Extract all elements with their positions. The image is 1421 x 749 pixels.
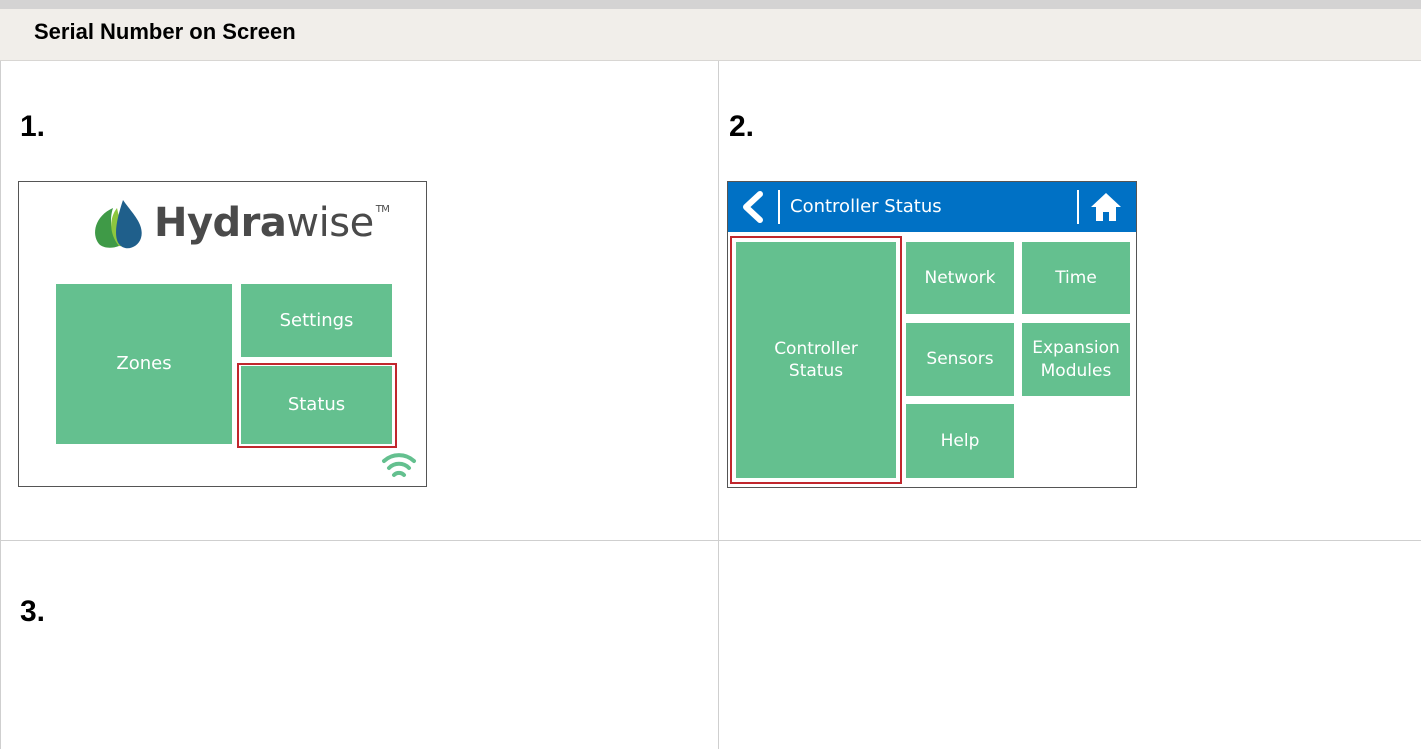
time-button[interactable]: Time bbox=[1022, 242, 1130, 314]
wifi-icon bbox=[382, 453, 416, 477]
step-2-label: 2. bbox=[729, 110, 755, 143]
settings-label: Settings bbox=[279, 309, 354, 331]
brand-tm: TM bbox=[375, 204, 390, 215]
step-3-label: 3. bbox=[20, 595, 46, 628]
home-icon[interactable] bbox=[1088, 190, 1124, 224]
help-label: Help bbox=[940, 430, 980, 451]
sensors-label: Sensors bbox=[926, 349, 994, 370]
controller-status-screen: Controller Status Controller Status Netwo… bbox=[727, 181, 1137, 488]
expansion-line1: Expansion bbox=[1032, 338, 1120, 359]
table-border-left bbox=[0, 61, 1, 749]
brand-bold: Hydra bbox=[154, 200, 287, 246]
section-header: Serial Number on Screen bbox=[0, 9, 1421, 61]
title-bar: Controller Status bbox=[728, 182, 1136, 232]
network-label: Network bbox=[924, 267, 996, 288]
expansion-modules-label: Expansion Modules bbox=[1032, 337, 1120, 381]
status-highlight-box bbox=[237, 363, 397, 448]
time-label: Time bbox=[1055, 267, 1097, 288]
brand-wordmark: Hydrawise TM bbox=[154, 200, 390, 246]
expansion-modules-button[interactable]: Expansion Modules bbox=[1022, 323, 1130, 396]
back-arrow-icon[interactable] bbox=[738, 190, 768, 224]
zones-label: Zones bbox=[116, 353, 172, 375]
help-button[interactable]: Help bbox=[906, 404, 1014, 478]
section-title: Serial Number on Screen bbox=[34, 19, 296, 44]
home-screen: Hydrawise TM Zones Settings Status bbox=[18, 181, 427, 487]
brand-light: wise bbox=[286, 200, 374, 246]
top-rule bbox=[0, 0, 1421, 9]
controller-status-highlight-box bbox=[730, 236, 902, 484]
title-separator-right bbox=[1077, 190, 1079, 224]
sensors-button[interactable]: Sensors bbox=[906, 323, 1014, 396]
network-button[interactable]: Network bbox=[906, 242, 1014, 314]
title-separator-left bbox=[778, 190, 780, 224]
table-divider-vertical bbox=[718, 61, 719, 749]
step-1-label: 1. bbox=[20, 110, 46, 143]
hydrawise-logo: Hydrawise TM bbox=[89, 192, 390, 254]
zones-button[interactable]: Zones bbox=[56, 284, 232, 444]
expansion-line2: Modules bbox=[1040, 360, 1112, 381]
hydrawise-logo-icon bbox=[95, 200, 142, 249]
table-divider-horizontal bbox=[0, 540, 1421, 541]
screen-title: Controller Status bbox=[790, 196, 942, 217]
settings-button[interactable]: Settings bbox=[241, 284, 392, 357]
